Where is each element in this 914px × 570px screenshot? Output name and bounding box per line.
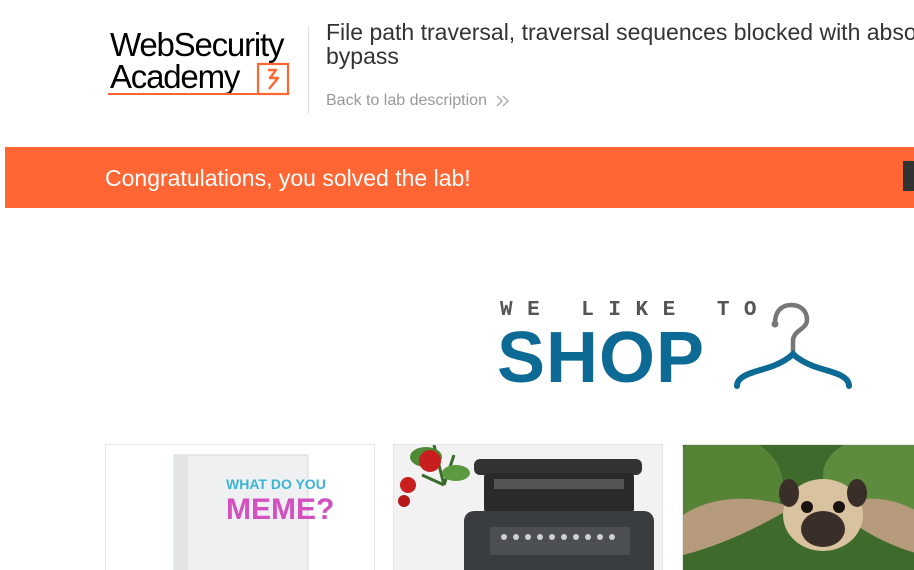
solved-message: Congratulations, you solved the lab! xyxy=(105,165,471,191)
back-to-lab-description-link[interactable]: Back to lab description xyxy=(326,92,511,110)
double-chevron-right-icon xyxy=(496,95,509,107)
product-image-text-1: WHAT DO YOU xyxy=(226,476,326,492)
typewriter xyxy=(464,459,654,570)
product-card[interactable] xyxy=(682,444,914,570)
logo-text-line2: Academy xyxy=(110,58,240,95)
product-image-text-2: MEME? xyxy=(226,493,334,526)
product-card[interactable] xyxy=(393,444,663,570)
lab-flask-icon xyxy=(256,62,290,96)
product-image: WHAT DO YOU MEME? xyxy=(106,445,374,570)
header-divider xyxy=(308,26,309,114)
product-image xyxy=(683,445,914,570)
web-security-academy-logo[interactable]: WebSecurity Academy xyxy=(106,26,306,100)
product-card[interactable]: WHAT DO YOU MEME? xyxy=(105,444,375,570)
hanger-icon xyxy=(734,302,852,389)
shop-hero: WE LIKE TO SHOP xyxy=(497,296,857,396)
logo-underline xyxy=(108,93,258,95)
product-image xyxy=(394,445,662,570)
back-link-label: Back to lab description xyxy=(326,92,487,109)
logo-text-line1: WebSecurity xyxy=(110,26,284,63)
lab-solved-banner: Congratulations, you solved the lab! xyxy=(5,147,914,208)
banner-action-edge[interactable] xyxy=(903,161,914,191)
hero-title: SHOP xyxy=(497,318,706,398)
lab-title: File path traversal, traversal sequences… xyxy=(326,19,914,69)
page: WebSecurity Academy File path traversal,… xyxy=(0,0,914,570)
